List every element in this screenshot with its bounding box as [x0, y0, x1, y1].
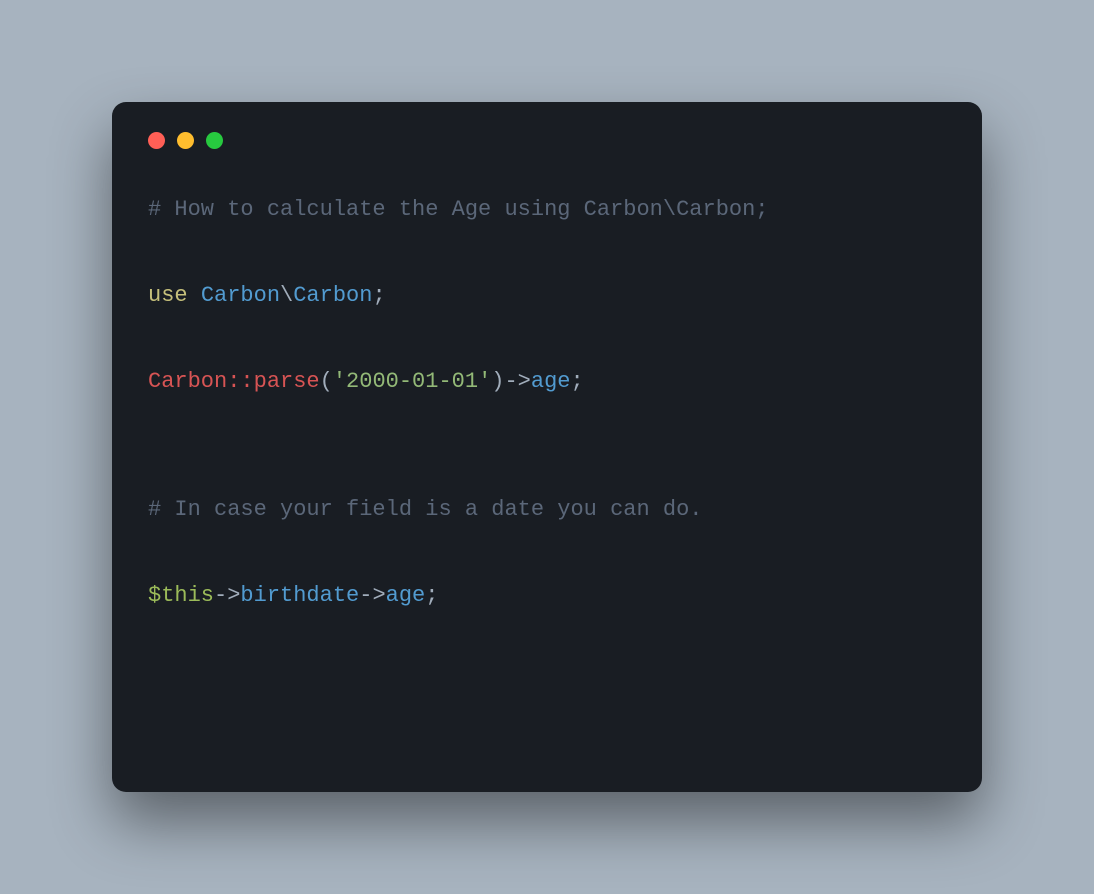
- window-titlebar: [148, 132, 946, 149]
- code-paren-open: (: [320, 369, 333, 394]
- code-paren-close: ): [491, 369, 504, 394]
- code-semicolon: ;: [372, 283, 385, 308]
- code-namespace: Carbon: [201, 283, 280, 308]
- zoom-icon[interactable]: [206, 132, 223, 149]
- code-comment: # How to calculate the Age using Carbon\…: [148, 197, 769, 222]
- code-call: Carbon::parse: [148, 369, 320, 394]
- code-semicolon: ;: [571, 369, 584, 394]
- code-block: # How to calculate the Age using Carbon\…: [148, 189, 946, 618]
- code-comment: # In case your field is a date you can d…: [148, 497, 703, 522]
- code-semicolon: ;: [425, 583, 438, 608]
- code-namespace-sep: \: [280, 283, 293, 308]
- code-variable: $this: [148, 583, 214, 608]
- close-icon[interactable]: [148, 132, 165, 149]
- code-namespace: Carbon: [293, 283, 372, 308]
- code-property: age: [531, 369, 571, 394]
- code-string: '2000-01-01': [333, 369, 491, 394]
- code-property: birthdate: [240, 583, 359, 608]
- code-arrow: ->: [214, 583, 240, 608]
- code-arrow: ->: [504, 369, 530, 394]
- code-arrow: ->: [359, 583, 385, 608]
- minimize-icon[interactable]: [177, 132, 194, 149]
- code-keyword-use: use: [148, 283, 188, 308]
- code-property: age: [386, 583, 426, 608]
- code-window: # How to calculate the Age using Carbon\…: [112, 102, 982, 792]
